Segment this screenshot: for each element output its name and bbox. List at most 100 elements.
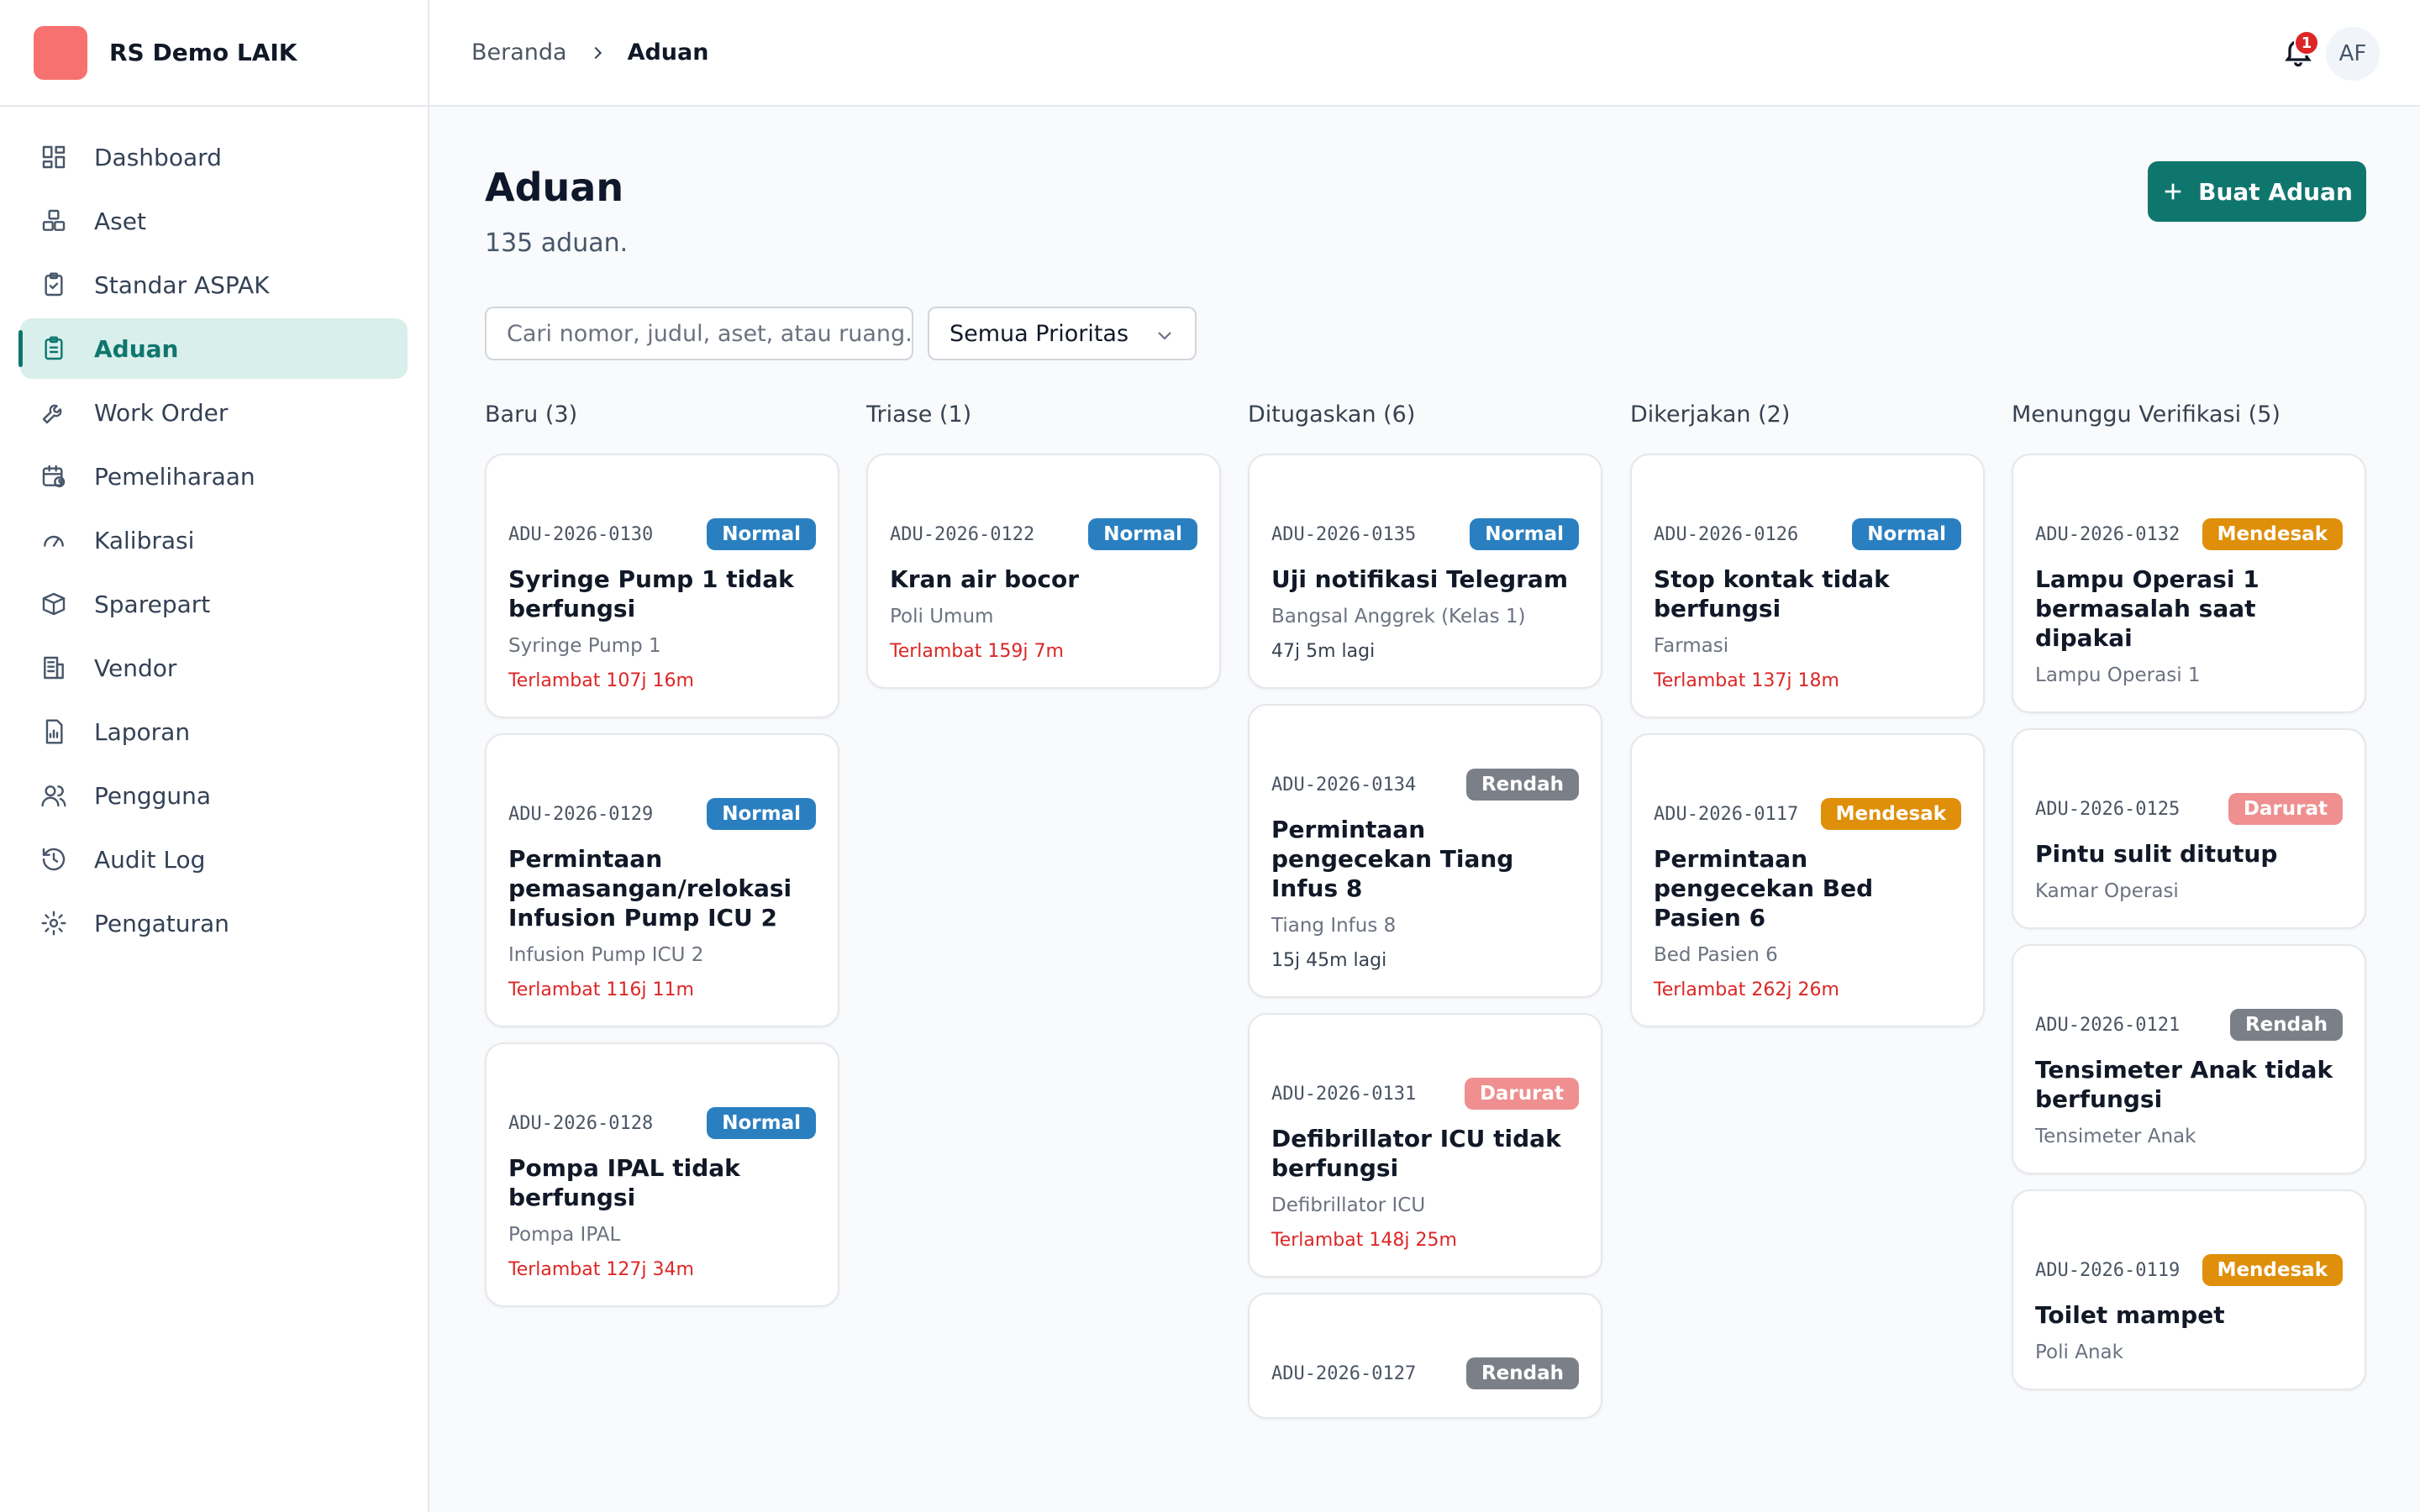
sidebar-item-kalibrasi[interactable]: Kalibrasi bbox=[20, 510, 408, 570]
page-subtitle: 135 aduan. bbox=[485, 228, 629, 258]
chevron-down-icon bbox=[1155, 325, 1175, 345]
building-icon bbox=[39, 653, 69, 683]
avatar[interactable]: AF bbox=[2326, 27, 2380, 81]
complaint-location: Poli Umum bbox=[890, 606, 994, 627]
gauge-icon bbox=[39, 525, 69, 555]
priority-filter-select[interactable]: Semua Prioritas bbox=[928, 307, 1197, 360]
complaint-location: Poli Anak bbox=[2035, 1341, 2123, 1363]
complaint-card[interactable]: ADU-2026-0132 Mendesak Lampu Operasi 1 ber… bbox=[2012, 454, 2366, 713]
wrench-icon bbox=[39, 397, 69, 428]
create-complaint-button[interactable]: Buat Aduan bbox=[2148, 161, 2366, 222]
search-input[interactable] bbox=[485, 307, 913, 360]
complaint-title: Kran air bocor bbox=[890, 565, 1080, 593]
complaint-card[interactable]: ADU-2026-0134 Rendah Permintaan pengecekan… bbox=[1248, 704, 1602, 998]
sidebar-item-aset[interactable]: Aset bbox=[20, 191, 408, 251]
gear-icon bbox=[39, 908, 69, 938]
brand-name: RS Demo LAIK bbox=[109, 39, 297, 66]
boxes-icon bbox=[39, 206, 69, 236]
sidebar-item-label: Pengguna bbox=[94, 781, 212, 810]
complaint-card[interactable]: ADU-2026-0131 Darurat Defibrillator ICU ti… bbox=[1248, 1013, 1602, 1278]
complaint-id: ADU-2026-0128 bbox=[508, 1112, 654, 1134]
priority-badge: Darurat bbox=[1464, 1078, 1579, 1110]
priority-badge: Normal bbox=[707, 1107, 816, 1139]
column-title: Menunggu Verifikasi (5) bbox=[2012, 402, 2281, 428]
complaint-card[interactable]: ADU-2026-0125 Darurat Pintu sulit ditutup K… bbox=[2012, 728, 2366, 929]
complaint-title: Pompa IPAL tidak berfungsi bbox=[508, 1154, 740, 1211]
complaint-id: ADU-2026-0117 bbox=[1654, 803, 1799, 825]
sla-overdue: Terlambat 107j 16m bbox=[508, 670, 694, 691]
complaint-title: Stop kontak tidak berfungsi bbox=[1654, 565, 1890, 622]
sidebar-item-sparepart[interactable]: Sparepart bbox=[20, 574, 408, 634]
brand[interactable]: RS Demo LAIK bbox=[0, 0, 428, 107]
complaint-id: ADU-2026-0122 bbox=[890, 523, 1035, 545]
sidebar-item-pengaturan[interactable]: Pengaturan bbox=[20, 893, 408, 953]
complaint-location: Infusion Pump ICU 2 bbox=[508, 944, 704, 966]
complaint-card[interactable]: ADU-2026-0122 Normal Kran air bocor Poli Um… bbox=[866, 454, 1221, 689]
sidebar-item-work-order[interactable]: Work Order bbox=[20, 382, 408, 443]
complaint-title: Defibrillator ICU tidak berfungsi bbox=[1271, 1125, 1561, 1182]
sidebar: RS Demo LAIK Dashboard Aset Standar ASPAK A… bbox=[0, 0, 429, 1512]
complaint-card[interactable]: ADU-2026-0129 Normal Permintaan pemasangan… bbox=[485, 733, 839, 1027]
topbar: Beranda Aduan 1 AF bbox=[429, 0, 2420, 107]
users-icon bbox=[39, 780, 69, 811]
complaint-card[interactable]: ADU-2026-0128 Normal Pompa IPAL tidak berf… bbox=[485, 1042, 839, 1307]
complaint-card[interactable]: ADU-2026-0121 Rendah Tensimeter Anak tidak… bbox=[2012, 944, 2366, 1174]
sidebar-item-label: Laporan bbox=[94, 717, 191, 746]
clipboard-check-icon bbox=[39, 270, 69, 300]
sidebar-item-audit-log[interactable]: Audit Log bbox=[20, 829, 408, 890]
sidebar-item-aduan[interactable]: Aduan bbox=[18, 318, 408, 379]
card-header: ADU-2026-0121 Rendah bbox=[2035, 1006, 2343, 1043]
plus-icon bbox=[2161, 180, 2185, 203]
card-header: ADU-2026-0122 Normal bbox=[890, 516, 1197, 553]
sidebar-item-laporan[interactable]: Laporan bbox=[20, 701, 408, 762]
complaint-card[interactable]: ADU-2026-0135 Normal Uji notifikasi Telegr… bbox=[1248, 454, 1602, 689]
calendar-clock-icon bbox=[39, 461, 69, 491]
complaint-id: ADU-2026-0127 bbox=[1271, 1362, 1417, 1384]
priority-filter-value: Semua Prioritas bbox=[950, 320, 1129, 347]
complaint-card[interactable]: ADU-2026-0130 Normal Syringe Pump 1 tidak … bbox=[485, 454, 839, 718]
column-title: Dikerjakan (2) bbox=[1630, 402, 1791, 428]
sidebar-item-label: Aset bbox=[94, 207, 146, 235]
kanban-column: Baru (3) ADU-2026-0130 Normal Syringe Pump … bbox=[485, 402, 839, 1322]
complaint-card[interactable]: ADU-2026-0127 Rendah bbox=[1248, 1293, 1602, 1419]
complaint-location: Tiang Infus 8 bbox=[1271, 915, 1397, 937]
complaint-location: Kamar Operasi bbox=[2035, 880, 2179, 902]
column-title: Ditugaskan (6) bbox=[1248, 402, 1416, 428]
complaint-card[interactable]: ADU-2026-0119 Mendesak Toilet mampet Poli A… bbox=[2012, 1189, 2366, 1390]
complaint-location: Bangsal Anggrek (Kelas 1) bbox=[1271, 606, 1526, 627]
card-header: ADU-2026-0117 Mendesak bbox=[1654, 795, 1961, 832]
complaint-card[interactable]: ADU-2026-0126 Normal Stop kontak tidak ber… bbox=[1630, 454, 1985, 718]
sidebar-item-pengguna[interactable]: Pengguna bbox=[20, 765, 408, 826]
notification-badge: 1 bbox=[2294, 30, 2319, 55]
complaint-card[interactable]: ADU-2026-0117 Mendesak Permintaan pengecek… bbox=[1630, 733, 1985, 1027]
card-header: ADU-2026-0127 Rendah bbox=[1271, 1355, 1579, 1392]
package-icon bbox=[39, 589, 69, 619]
card-header: ADU-2026-0125 Darurat bbox=[2035, 790, 2343, 827]
brand-logo bbox=[34, 25, 87, 80]
sidebar-item-standar-aspak[interactable]: Standar ASPAK bbox=[20, 255, 408, 315]
breadcrumb-home[interactable]: Beranda bbox=[471, 39, 567, 66]
notification-button[interactable]: 1 bbox=[2277, 30, 2319, 74]
priority-badge: Mendesak bbox=[1820, 798, 1961, 830]
sla-remaining: 47j 5m lagi bbox=[1271, 641, 1376, 662]
priority-badge: Rendah bbox=[1465, 769, 1579, 801]
page-title: Aduan bbox=[485, 165, 624, 210]
chevron-right-icon bbox=[582, 38, 613, 68]
complaint-title: Syringe Pump 1 tidak berfungsi bbox=[508, 565, 794, 622]
complaint-id: ADU-2026-0119 bbox=[2035, 1259, 2181, 1281]
priority-badge: Normal bbox=[1470, 518, 1579, 550]
dashboard-icon bbox=[39, 142, 69, 172]
complaint-id: ADU-2026-0134 bbox=[1271, 774, 1417, 795]
sidebar-item-pemeliharaan[interactable]: Pemeliharaan bbox=[20, 446, 408, 507]
complaint-location: Farmasi bbox=[1654, 635, 1729, 657]
card-header: ADU-2026-0131 Darurat bbox=[1271, 1075, 1579, 1112]
complaint-location: Defibrillator ICU bbox=[1271, 1194, 1426, 1216]
sidebar-item-vendor[interactable]: Vendor bbox=[20, 638, 408, 698]
complaint-location: Tensimeter Anak bbox=[2035, 1126, 2196, 1147]
sidebar-item-dashboard[interactable]: Dashboard bbox=[20, 127, 408, 187]
sidebar-item-label: Vendor bbox=[94, 654, 177, 682]
sla-overdue: Terlambat 137j 18m bbox=[1654, 670, 1839, 691]
priority-badge: Darurat bbox=[2228, 793, 2343, 825]
kanban-column: Dikerjakan (2) ADU-2026-0126 Normal Stop ko… bbox=[1630, 402, 1985, 1042]
priority-badge: Normal bbox=[1852, 518, 1961, 550]
